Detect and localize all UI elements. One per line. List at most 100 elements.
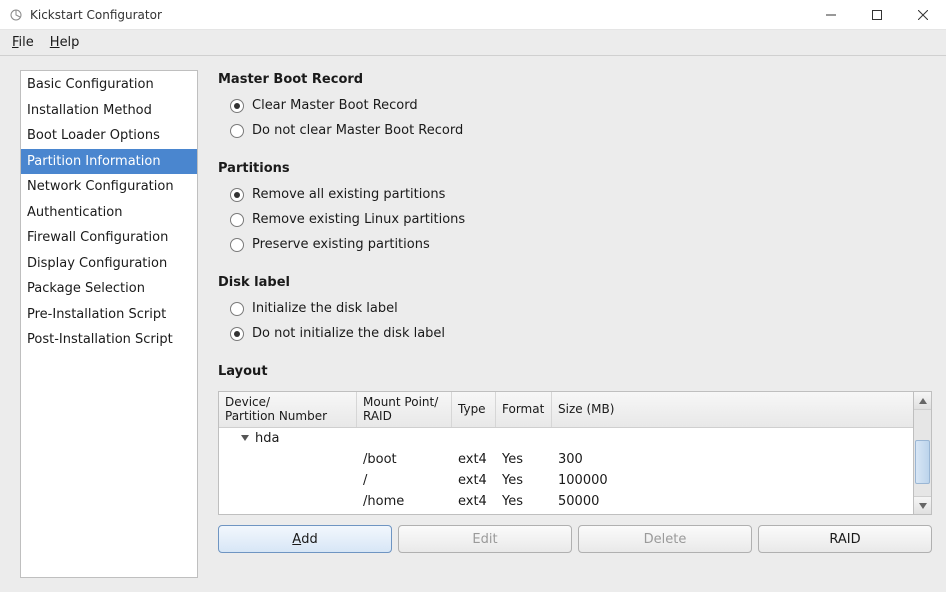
sidebar-item-boot-loader-options[interactable]: Boot Loader Options (21, 123, 197, 149)
sidebar-item-display-configuration[interactable]: Display Configuration (21, 251, 197, 277)
radio-remove-linux-partitions[interactable]: Remove existing Linux partitions (218, 209, 932, 230)
menu-file[interactable]: File (4, 32, 42, 53)
scroll-down-button[interactable] (914, 496, 931, 514)
window-title: Kickstart Configurator (30, 8, 162, 22)
radio-label: Remove existing Linux partitions (252, 212, 465, 227)
sidebar-item-label: Installation Method (27, 103, 152, 118)
col-header-mount[interactable]: Mount Point/ RAID (357, 392, 452, 427)
sidebar-item-post-installation-script[interactable]: Post-Installation Script (21, 327, 197, 353)
btn-label: RAID (829, 532, 860, 547)
radio-init-disklabel[interactable]: Initialize the disk label (218, 298, 932, 319)
col-header-device[interactable]: Device/ Partition Number (219, 392, 357, 427)
close-button[interactable] (900, 0, 946, 30)
radio-label: Clear Master Boot Record (252, 98, 418, 113)
table-row[interactable]: /boot ext4 Yes 300 (219, 449, 913, 470)
app-icon (8, 7, 24, 23)
radio-label: Remove all existing partitions (252, 187, 445, 202)
minimize-button[interactable] (808, 0, 854, 30)
sidebar-item-network-configuration[interactable]: Network Configuration (21, 174, 197, 200)
layout-table-area: Device/ Partition Number Mount Point/ RA… (218, 391, 932, 515)
radio-clear-mbr[interactable]: Clear Master Boot Record (218, 95, 932, 116)
sidebar-item-installation-method[interactable]: Installation Method (21, 98, 197, 124)
cell-mount: / (357, 472, 452, 489)
close-icon (918, 10, 928, 20)
radio-icon (230, 213, 244, 227)
sidebar-item-basic-configuration[interactable]: Basic Configuration (21, 72, 197, 98)
radio-no-init-disklabel[interactable]: Do not initialize the disk label (218, 323, 932, 344)
sidebar: Basic Configuration Installation Method … (20, 70, 198, 578)
col-header-size[interactable]: Size (MB) (552, 392, 913, 427)
menu-bar: File Help (0, 30, 946, 56)
sidebar-item-label: Boot Loader Options (27, 128, 160, 143)
sidebar-item-package-selection[interactable]: Package Selection (21, 276, 197, 302)
radio-label: Do not initialize the disk label (252, 326, 445, 341)
sidebar-item-label: Firewall Configuration (27, 230, 168, 245)
cell-device (219, 472, 357, 489)
main-panel: Master Boot Record Clear Master Boot Rec… (218, 70, 932, 578)
radio-icon (230, 124, 244, 138)
btn-label: Edit (472, 532, 497, 547)
device-name: hda (255, 431, 279, 446)
table-header: Device/ Partition Number Mount Point/ RA… (219, 392, 913, 428)
btn-label: Delete (644, 532, 687, 547)
radio-icon (230, 302, 244, 316)
expand-icon[interactable] (241, 435, 249, 441)
cell-format: Yes (496, 472, 552, 489)
sidebar-item-label: Authentication (27, 205, 122, 220)
section-title-layout: Layout (218, 364, 932, 379)
maximize-button[interactable] (854, 0, 900, 30)
scroll-up-button[interactable] (914, 392, 931, 410)
sidebar-item-firewall-configuration[interactable]: Firewall Configuration (21, 225, 197, 251)
radio-label: Do not clear Master Boot Record (252, 123, 463, 138)
maximize-icon (872, 10, 882, 20)
cell-type: ext4 (452, 472, 496, 489)
table-body: hda /boot ext4 Yes 300 / ext4 Yes (219, 428, 913, 514)
radio-icon (230, 327, 244, 341)
titlebar-left: Kickstart Configurator (0, 7, 162, 23)
add-button[interactable]: Add (218, 525, 392, 553)
sidebar-item-label: Network Configuration (27, 179, 174, 194)
radio-remove-all-partitions[interactable]: Remove all existing partitions (218, 184, 932, 205)
cell-format: Yes (496, 493, 552, 510)
cell-size: 300 (552, 451, 913, 468)
button-row: Add Edit Delete RAID (218, 525, 932, 553)
table-row-device[interactable]: hda (219, 428, 913, 449)
title-bar: Kickstart Configurator (0, 0, 946, 30)
sidebar-item-label: Basic Configuration (27, 77, 154, 92)
edit-button[interactable]: Edit (398, 525, 572, 553)
cell-mount: /home (357, 493, 452, 510)
minimize-icon (826, 10, 836, 20)
cell-device: hda (219, 430, 357, 447)
radio-do-not-clear-mbr[interactable]: Do not clear Master Boot Record (218, 120, 932, 141)
sidebar-item-partition-information[interactable]: Partition Information (21, 149, 197, 175)
sidebar-item-label: Display Configuration (27, 256, 167, 271)
sidebar-item-pre-installation-script[interactable]: Pre-Installation Script (21, 302, 197, 328)
delete-button[interactable]: Delete (578, 525, 752, 553)
sidebar-item-label: Partition Information (27, 154, 161, 169)
partition-table: Device/ Partition Number Mount Point/ RA… (218, 391, 914, 515)
sidebar-item-label: Pre-Installation Script (27, 307, 166, 322)
cell-type: ext4 (452, 451, 496, 468)
cell-mount: /boot (357, 451, 452, 468)
menu-help[interactable]: Help (42, 32, 88, 53)
section-title-disklabel: Disk label (218, 275, 932, 290)
radio-preserve-partitions[interactable]: Preserve existing partitions (218, 234, 932, 255)
scroll-track[interactable] (914, 410, 931, 496)
radio-icon (230, 99, 244, 113)
radio-label: Initialize the disk label (252, 301, 398, 316)
col-header-type[interactable]: Type (452, 392, 496, 427)
cell-size: 100000 (552, 472, 913, 489)
content-area: Basic Configuration Installation Method … (0, 56, 946, 592)
section-title-mbr: Master Boot Record (218, 72, 932, 87)
window-controls (808, 0, 946, 30)
scroll-thumb[interactable] (915, 440, 930, 484)
table-row[interactable]: /home ext4 Yes 50000 (219, 491, 913, 512)
vertical-scrollbar[interactable] (914, 391, 932, 515)
sidebar-item-authentication[interactable]: Authentication (21, 200, 197, 226)
col-header-format[interactable]: Format (496, 392, 552, 427)
raid-button[interactable]: RAID (758, 525, 932, 553)
radio-icon (230, 188, 244, 202)
cell-device (219, 451, 357, 468)
table-row[interactable]: / ext4 Yes 100000 (219, 470, 913, 491)
cell-type: ext4 (452, 493, 496, 510)
